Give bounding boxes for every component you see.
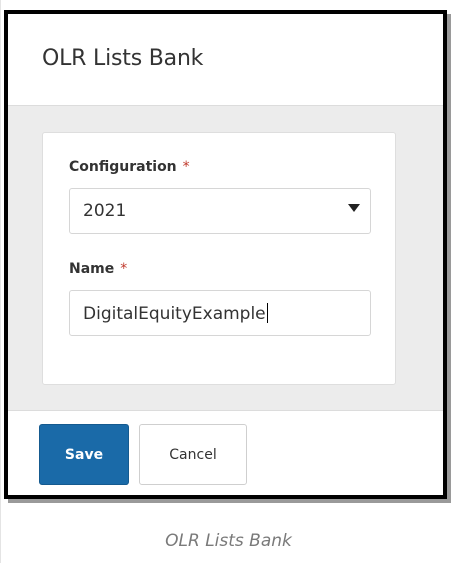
page-divider	[0, 0, 1, 563]
name-input[interactable]: DigitalEquityExample	[69, 290, 371, 336]
image-caption: OLR Lists Bank	[165, 531, 292, 551]
configuration-label: Configuration *	[69, 159, 190, 175]
required-marker: *	[120, 261, 128, 277]
dialog-body: Configuration * 2021 Name * DigitalEquityE…	[8, 106, 443, 410]
text-cursor	[266, 303, 268, 323]
form-card: Configuration * 2021 Name * DigitalEquityE…	[42, 132, 396, 385]
configuration-label-text: Configuration	[69, 159, 177, 175]
olr-lists-bank-dialog: OLR Lists Bank Configuration * 2021 Name *…	[4, 10, 447, 499]
cancel-button[interactable]: Cancel	[139, 424, 247, 485]
dialog-footer: Save Cancel	[8, 410, 443, 495]
chevron-down-icon	[348, 204, 360, 212]
configuration-select-value: 2021	[83, 201, 127, 221]
name-input-value: DigitalEquityExample	[83, 304, 266, 324]
name-label: Name *	[69, 261, 127, 277]
save-button[interactable]: Save	[39, 424, 129, 485]
required-marker: *	[182, 159, 190, 175]
dialog-title: OLR Lists Bank	[42, 46, 204, 71]
name-label-text: Name	[69, 261, 115, 277]
configuration-select[interactable]: 2021	[69, 188, 371, 234]
dialog-header: OLR Lists Bank	[8, 14, 443, 106]
